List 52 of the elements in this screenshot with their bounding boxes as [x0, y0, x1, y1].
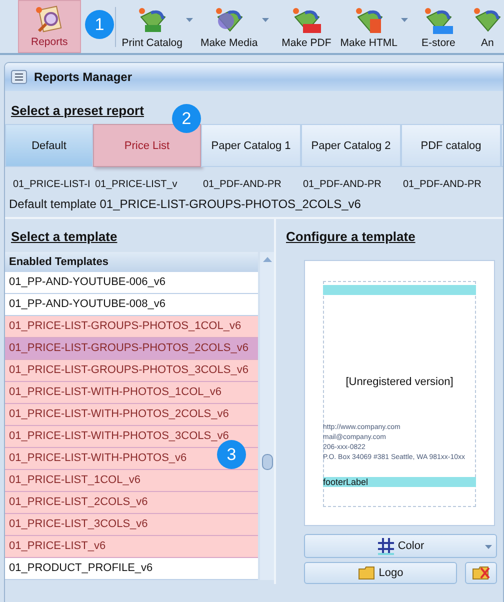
toolbar-button[interactable]: Make HTML: [337, 0, 400, 53]
template-name: 01_PRICE-LIST_v: [94, 179, 178, 192]
preset-tab[interactable]: PDF catalog: [401, 124, 501, 167]
template-row[interactable]: 01_PRICE-LIST-GROUPS-PHOTOS_2COLS_v6: [5, 338, 258, 360]
default-template-text: Default template 01_PRICE-LIST-GROUPS-PHOTOS_2COLS_v6: [8, 196, 362, 213]
section-heading: Select a preset report: [10, 102, 145, 120]
folder-delete-icon: [472, 566, 490, 580]
template-name: 01_PRICE-LIST-I: [12, 179, 92, 192]
preset-tab[interactable]: Paper Catalog 2: [301, 124, 401, 167]
toolbar-button[interactable]: Make PDF: [278, 0, 334, 53]
toolbar-button[interactable]: Reports: [18, 0, 81, 53]
template-row[interactable]: 01_PRICE-LIST-WITH-PHOTOS_3COLS_v6: [5, 426, 258, 448]
caret-icon[interactable]: [262, 18, 269, 22]
scrollbar[interactable]: [260, 252, 274, 580]
section-heading: Select a template: [10, 228, 118, 246]
preset-tab[interactable]: Default: [5, 124, 93, 167]
footer-label: footerLabel: [323, 477, 476, 487]
logo-button[interactable]: Logo: [304, 562, 457, 584]
template-row[interactable]: 01_PRICE-LIST_1COL_v6: [5, 470, 258, 492]
menu-icon[interactable]: [11, 70, 27, 84]
template-row[interactable]: 01_PP-AND-YOUTUBE-006_v6: [5, 272, 258, 294]
template-row[interactable]: 01_PRICE-LIST_2COLS_v6: [5, 492, 258, 514]
template-row[interactable]: 01_PRICE-LIST-WITH-PHOTOS_1COL_v6: [5, 382, 258, 404]
remove-logo-button[interactable]: [465, 562, 497, 584]
scroll-thumb[interactable]: [262, 454, 273, 470]
caret-icon[interactable]: [186, 18, 194, 22]
toolbar-button[interactable]: An: [467, 0, 504, 53]
template-row[interactable]: 01_PRICE-LIST-GROUPS-PHOTOS_1COL_v6: [5, 316, 258, 338]
caret-icon: [485, 545, 492, 549]
preset-tab[interactable]: Price List: [93, 124, 201, 167]
template-row[interactable]: 01_PRICE-LIST_3COLS_v6: [5, 514, 258, 536]
template-name: 01_PDF-AND-PR: [202, 179, 282, 192]
color-button[interactable]: Color: [304, 534, 497, 558]
template-row[interactable]: 01_PRICE-LIST_v6: [5, 536, 258, 558]
template-row[interactable]: 01_PRICE-LIST-WITH-PHOTOS_2COLS_v6: [5, 404, 258, 426]
section-heading: Configure a template: [285, 228, 416, 246]
template-name: 01_PDF-AND-PR: [402, 179, 482, 192]
caret-icon[interactable]: [401, 18, 408, 22]
toolbar-button[interactable]: Print Catalog: [118, 0, 186, 53]
template-row[interactable]: 01_PRICE-LIST-GROUPS-PHOTOS_3COLS_v6: [5, 360, 258, 382]
template-row[interactable]: 01_PP-AND-YOUTUBE-008_v6: [5, 294, 258, 316]
preset-tab[interactable]: Paper Catalog 1: [201, 124, 301, 167]
toolbar-button[interactable]: E-store: [418, 0, 458, 53]
scroll-up-icon[interactable]: [263, 257, 272, 262]
hash-icon: [376, 537, 395, 555]
folder-icon: [358, 566, 376, 580]
column-header: Enabled Templates: [5, 252, 258, 272]
watermark-text: [Unregistered version]: [344, 376, 454, 388]
template-name: 01_PDF-AND-PR: [302, 179, 382, 192]
panel-title: Reports Manager: [34, 70, 132, 84]
template-row[interactable]: 01_PRODUCT_PROFILE_v6: [5, 558, 258, 580]
toolbar-button[interactable]: Make Media: [197, 0, 261, 53]
